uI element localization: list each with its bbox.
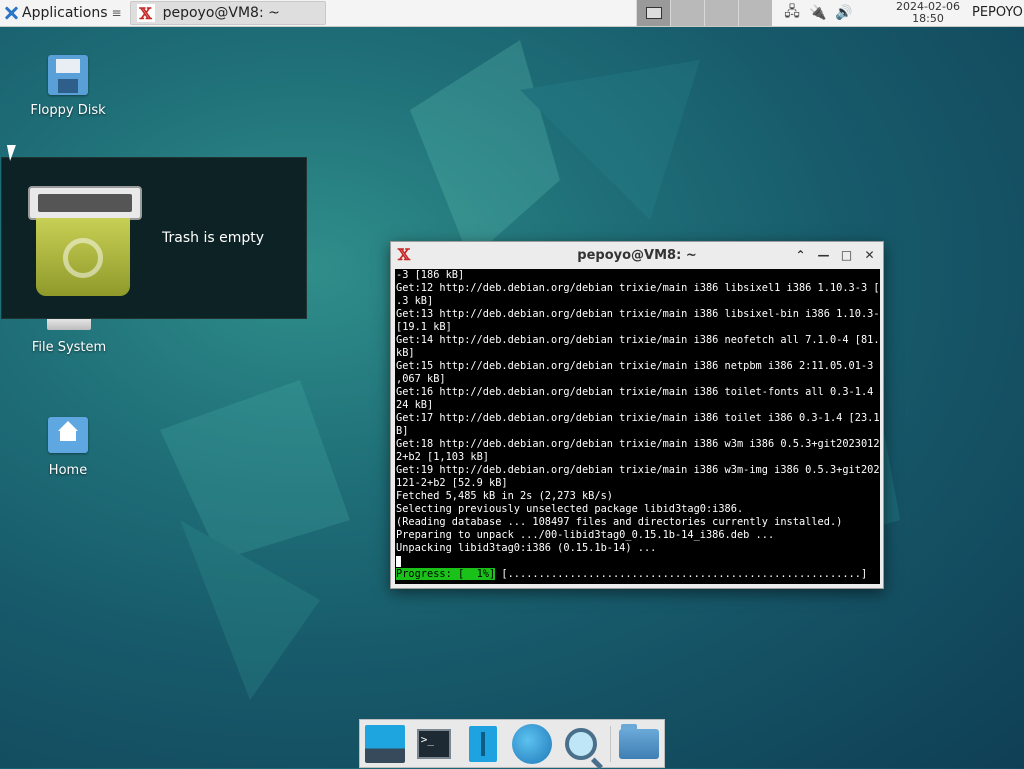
terminal-cursor-line [396,555,880,568]
globe-icon [512,723,553,764]
magnifier-icon [565,727,598,760]
dock-separator [609,725,611,762]
terminal-line: [19.1 kB] [396,321,452,333]
terminal-line: Preparing to unpack .../00-libid3tag0_0.… [396,529,775,541]
volume-icon[interactable]: 🔊 [834,5,854,21]
desktop-icon-file-system[interactable]: File System [14,316,124,355]
clock[interactable]: 2024-02-06 18:50 [888,1,968,25]
workspace-3[interactable] [704,0,738,26]
xterm-icon: 𝕏 [397,244,411,264]
trash-status-text: Trash is empty [162,230,264,246]
terminal-line: Unpacking libid3tag0:i386 (0.15.1b-14) .… [396,542,657,554]
desktop-icon-label: File System [31,340,107,355]
trash-bin-icon [28,186,142,298]
progress-bar: [.......................................… [495,568,868,580]
taskbar-item-label: pepoyo@VM8: ~ [162,5,280,21]
terminal-line: Get:13 http://deb.debian.org/debian trix… [396,308,880,320]
terminal-window: 𝕏 pepoyo@VM8: ~ ⌃ — □ ✕ -3 [186 kB] Get:1… [390,241,884,589]
system-tray: 🖧 🔌 🔊 [782,0,854,26]
terminal-line: ,067 kB] [396,373,446,385]
workspace-4[interactable] [738,0,772,26]
desktop-icon-floppy-disk[interactable]: Floppy Disk [13,55,123,118]
menu-handle-icon: ≡ [111,6,122,20]
dock-file-manager[interactable] [462,723,503,765]
applications-label: Applications [22,5,108,21]
text-cursor [396,555,401,567]
trash-tooltip: Trash is empty [1,157,307,319]
terminal-line: Get:16 http://deb.debian.org/debian trix… [396,386,880,398]
desktop-icon-home[interactable]: Home [13,417,123,478]
terminal-line: Get:18 http://deb.debian.org/debian trix… [396,438,880,450]
show-desktop-icon [364,724,405,763]
terminal-line: 2+b2 [1,103 kB] [396,451,489,463]
terminal-line: Get:14 http://deb.debian.org/debian trix… [396,334,880,346]
xterm-icon: 𝕏 [136,4,155,23]
terminal-line: B] [396,425,409,437]
minimize-button[interactable]: — [816,246,831,263]
maximize-button[interactable]: □ [839,246,854,263]
terminal-line: kB] [396,347,415,359]
terminal-line: -3 [186 kB] [396,269,465,281]
terminal-output[interactable]: -3 [186 kB] Get:12 http://deb.debian.org/… [395,269,880,584]
terminal-titlebar[interactable]: 𝕏 pepoyo@VM8: ~ ⌃ — □ ✕ [391,242,883,268]
terminal-line: .3 kB] [396,295,434,307]
desktop-icon-label: Home [48,463,88,478]
terminal-line: 24 kB] [396,399,434,411]
clock-time: 18:50 [912,12,944,25]
chevron-up-icon[interactable]: ⌃ [793,246,808,263]
file-cabinet-icon [468,725,497,762]
terminal-lines: -3 [186 kB] Get:12 http://deb.debian.org/… [396,269,880,555]
close-button[interactable]: ✕ [862,246,877,263]
applications-menu[interactable]: Applications ≡ [0,0,126,26]
workspace-2[interactable] [670,0,704,26]
dock: >_ [359,719,665,768]
network-icon[interactable]: 🖧 [782,4,802,21]
terminal-line: Fetched 5,485 kB in 2s (2,273 kB/s) [396,490,613,502]
terminal-line: Get:12 http://deb.debian.org/debian trix… [396,282,880,294]
progress-label: Progress: [ 1%] [396,568,496,580]
terminal-line: Get:17 http://deb.debian.org/debian trix… [396,412,880,424]
terminal-line: Get:19 http://deb.debian.org/debian trix… [396,464,880,476]
dock-folder[interactable] [619,723,660,765]
terminal-line: Selecting previously unselected package … [396,503,744,515]
progress-line: Progress: [ 1%] [.......................… [396,568,880,581]
taskbar-item-terminal[interactable]: 𝕏 pepoyo@VM8: ~ [129,1,326,25]
power-plug-icon[interactable]: 🔌 [808,5,828,21]
user-menu[interactable]: PEPOYO [972,5,1023,20]
folder-icon [619,723,660,759]
workspace-switcher [636,0,772,26]
dock-show-desktop[interactable] [364,723,405,765]
dock-terminal[interactable]: >_ [413,723,454,765]
terminal-line: (Reading database ... 108497 files and d… [396,516,843,528]
floppy-disk-icon [48,55,88,95]
desktop-icon-label: Floppy Disk [30,103,106,118]
top-panel: Applications ≡ 𝕏 pepoyo@VM8: ~ 🖧 🔌 🔊 202… [0,0,1024,27]
terminal-line: Get:15 http://deb.debian.org/debian trix… [396,360,880,372]
home-folder-icon [48,417,88,453]
dock-web-browser[interactable] [512,723,553,765]
xfce-logo-icon [4,6,18,20]
dock-app-finder[interactable] [561,723,602,765]
terminal-line: 121-2+b2 [52.9 kB] [396,477,508,489]
terminal-icon: >_ [416,728,451,759]
workspace-1[interactable] [636,0,670,26]
